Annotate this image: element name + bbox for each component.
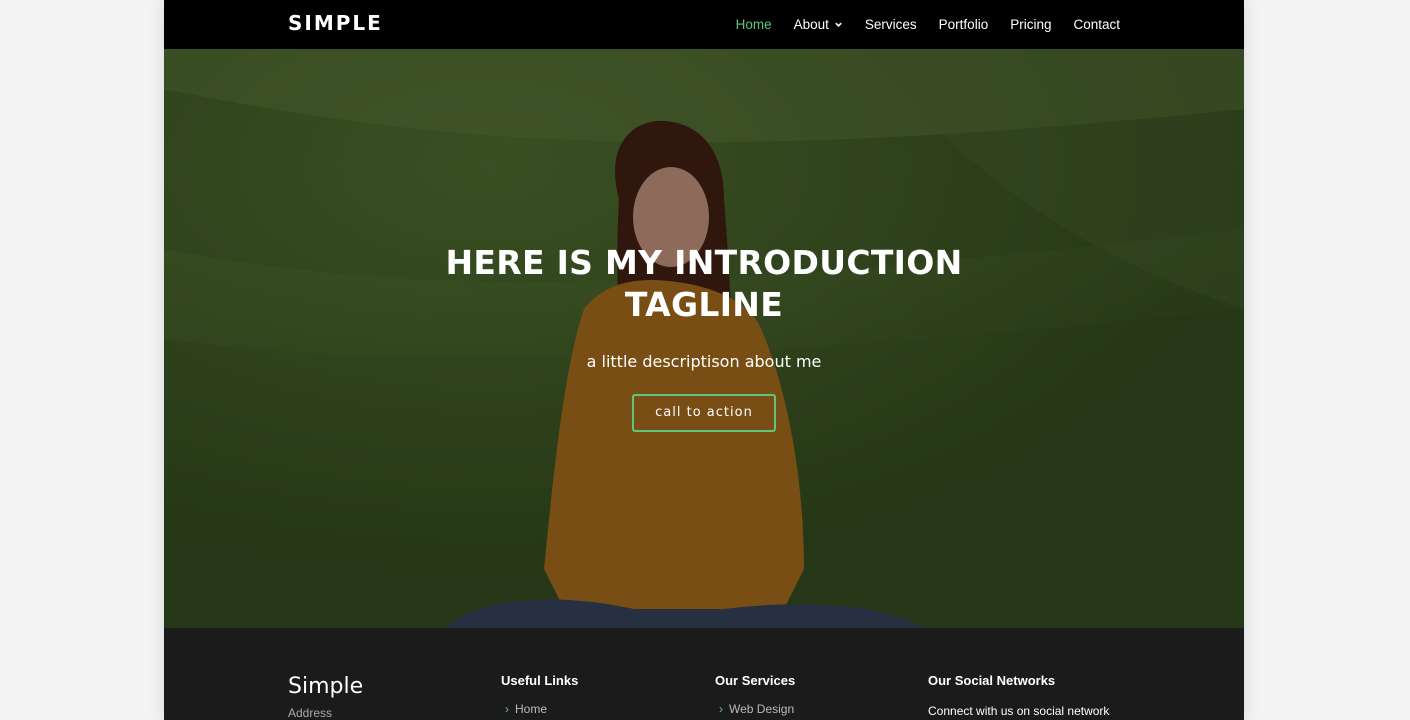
footer-address-label: Address	[288, 706, 333, 720]
footer-social-heading: Our Social Networks	[928, 673, 1056, 688]
nav-item-label: Contact	[1073, 17, 1120, 32]
footer-social-text: Connect with us on social network	[928, 704, 1110, 718]
call-to-action-button[interactable]: call to action	[632, 394, 776, 432]
main-nav: Home About Services Portfolio Pricing Co…	[714, 0, 1120, 49]
hero-section: HERE IS MY INTRODUCTION TAGLINE a little…	[164, 49, 1244, 628]
hero-subtitle: a little descriptison about me	[586, 352, 822, 371]
nav-item-about[interactable]: About	[794, 17, 843, 32]
nav-item-services[interactable]: Services	[865, 17, 917, 32]
footer-link-home[interactable]: › Home	[505, 702, 547, 716]
footer-useful-links-heading: Useful Links	[501, 673, 579, 688]
page-container: SIMPLE Home About Services Portfolio Pri…	[164, 0, 1244, 720]
site-footer: Simple Address Useful Links › Home Our S…	[164, 628, 1244, 720]
nav-item-label: Pricing	[1010, 17, 1052, 32]
footer-services-heading: Our Services	[715, 673, 796, 688]
chevron-down-icon	[835, 22, 842, 27]
chevron-right-icon: ›	[719, 702, 723, 716]
hero-content: HERE IS MY INTRODUCTION TAGLINE a little…	[164, 242, 1244, 432]
site-logo[interactable]: SIMPLE	[288, 10, 383, 36]
site-header: SIMPLE Home About Services Portfolio Pri…	[164, 0, 1244, 49]
footer-link-label: Web Design	[729, 702, 795, 716]
hero-title: HERE IS MY INTRODUCTION TAGLINE	[444, 242, 964, 326]
nav-item-label: Portfolio	[938, 17, 989, 32]
nav-item-portfolio[interactable]: Portfolio	[939, 17, 989, 32]
footer-brand: Simple	[288, 674, 364, 699]
nav-item-pricing[interactable]: Pricing	[1010, 17, 1051, 32]
hero-title-line-2: TAGLINE	[624, 285, 784, 324]
nav-item-contact[interactable]: Contact	[1073, 17, 1120, 32]
nav-item-label: Home	[735, 17, 772, 32]
nav-item-label: Services	[864, 17, 917, 32]
footer-link-label: Home	[515, 702, 548, 716]
hero-title-line-1: HERE IS MY INTRODUCTION	[445, 243, 963, 282]
nav-item-label: About	[793, 17, 829, 32]
chevron-right-icon: ›	[505, 702, 509, 716]
nav-item-home[interactable]: Home	[736, 17, 772, 32]
footer-link-web-design[interactable]: › Web Design	[719, 702, 794, 716]
